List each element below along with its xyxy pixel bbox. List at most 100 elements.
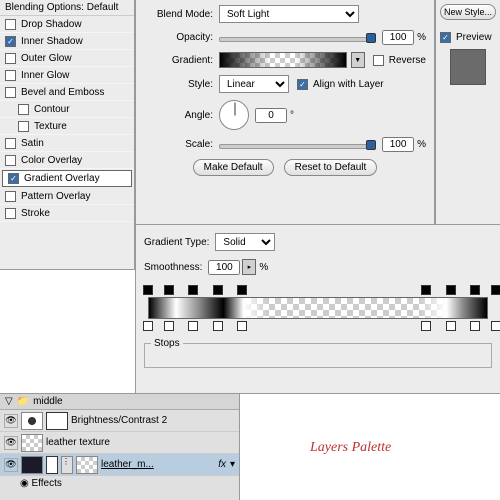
gradient-dropdown-icon[interactable]: ▼ — [351, 52, 365, 68]
visibility-icon[interactable]: 👁 — [4, 436, 18, 450]
style-select[interactable]: Linear — [219, 75, 289, 93]
angle-label: Angle: — [144, 110, 219, 121]
styles-list-panel: Blending Options: Default Drop Shadow ✓ In… — [0, 0, 135, 270]
color-stop[interactable] — [446, 321, 456, 331]
layer-row[interactable]: 👁 Brightness/Contrast 2 — [0, 410, 239, 432]
smart-thumb — [76, 456, 98, 474]
gradient-bar[interactable] — [148, 297, 488, 319]
opacity-stop[interactable] — [446, 285, 456, 295]
gradient-preview[interactable] — [219, 52, 347, 68]
style-item-contour[interactable]: Contour — [0, 101, 134, 118]
gradient-editor[interactable] — [144, 283, 492, 333]
folder-toggle-icon[interactable]: ▽ — [5, 396, 13, 407]
style-label: Pattern Overlay — [21, 191, 90, 202]
color-stop[interactable] — [188, 321, 198, 331]
style-checkbox[interactable] — [5, 138, 16, 149]
visibility-icon[interactable]: 👁 — [4, 458, 18, 472]
style-item-bevel-and-emboss[interactable]: Bevel and Emboss — [0, 84, 134, 101]
layers-panel: ▽ 📁 middle 👁 Brightness/Contrast 2 👁 leathe… — [0, 393, 240, 500]
opacity-stop[interactable] — [213, 285, 223, 295]
opacity-stop[interactable] — [188, 285, 198, 295]
style-checkbox[interactable]: ✓ — [8, 173, 19, 184]
angle-row: Angle: ° — [144, 100, 426, 130]
style-item-inner-glow[interactable]: Inner Glow — [0, 67, 134, 84]
gradient-overlay-panel: Blend Mode: Soft Light Opacity: % Gradie… — [135, 0, 435, 225]
color-stop[interactable] — [164, 321, 174, 331]
opacity-stop[interactable] — [237, 285, 247, 295]
gradient-type-select[interactable]: Solid — [215, 233, 275, 251]
style-checkbox[interactable] — [5, 191, 16, 202]
scale-unit: % — [417, 139, 426, 150]
color-stop[interactable] — [491, 321, 500, 331]
style-checkbox[interactable] — [18, 121, 29, 132]
blend-mode-row: Blend Mode: Soft Light — [144, 5, 426, 23]
style-checkbox[interactable] — [5, 70, 16, 81]
style-item-stroke[interactable]: Stroke — [0, 205, 134, 222]
style-item-pattern-overlay[interactable]: Pattern Overlay — [0, 188, 134, 205]
color-stop[interactable] — [470, 321, 480, 331]
make-default-button[interactable]: Make Default — [193, 159, 274, 176]
style-checkbox[interactable] — [5, 208, 16, 219]
color-stop[interactable] — [237, 321, 247, 331]
style-item-drop-shadow[interactable]: Drop Shadow — [0, 16, 134, 33]
gradient-editor-panel: Gradient Type: Solid Smoothness: ▸ % Sto… — [135, 224, 500, 394]
style-item-color-overlay[interactable]: Color Overlay — [0, 152, 134, 169]
reset-default-button[interactable]: Reset to Default — [284, 159, 378, 176]
opacity-stop[interactable] — [491, 285, 500, 295]
opacity-slider[interactable] — [219, 31, 376, 45]
layer-name[interactable]: leather texture — [46, 437, 235, 448]
style-checkbox[interactable]: ✓ — [5, 36, 16, 47]
opacity-stop[interactable] — [470, 285, 480, 295]
style-label: Inner Glow — [21, 70, 69, 81]
styles-header: Blending Options: Default — [0, 0, 134, 16]
scale-input[interactable] — [382, 137, 414, 152]
reverse-checkbox[interactable] — [373, 55, 384, 66]
style-checkbox[interactable] — [5, 155, 16, 166]
style-item-texture[interactable]: Texture — [0, 118, 134, 135]
opacity-stop[interactable] — [421, 285, 431, 295]
layer-row[interactable]: 👁 leather texture — [0, 432, 239, 454]
angle-dial[interactable] — [219, 100, 249, 130]
smoothness-unit: % — [259, 262, 268, 273]
style-row: Style: Linear ✓ Align with Layer — [144, 75, 426, 93]
angle-input[interactable] — [255, 108, 287, 123]
fx-chevron-icon[interactable]: ▾ — [230, 459, 235, 470]
opacity-stop[interactable] — [143, 285, 153, 295]
style-item-inner-shadow[interactable]: ✓ Inner Shadow — [0, 33, 134, 50]
color-stop[interactable] — [143, 321, 153, 331]
layer-row[interactable]: 👁 ⋮ leather_m...fx ▾ — [0, 454, 239, 476]
color-stop[interactable] — [213, 321, 223, 331]
layer-effects-row[interactable]: ◉ Effects — [0, 476, 239, 491]
style-item-satin[interactable]: Satin — [0, 135, 134, 152]
style-label: Inner Shadow — [21, 36, 83, 47]
visibility-icon[interactable]: 👁 — [4, 414, 18, 428]
style-item-gradient-overlay[interactable]: ✓Gradient Overlay — [2, 170, 132, 187]
style-checkbox[interactable] — [5, 53, 16, 64]
layer-name[interactable]: leather_m... — [101, 459, 218, 470]
style-checkbox[interactable] — [18, 104, 29, 115]
preview-checkbox[interactable]: ✓ — [440, 32, 451, 43]
color-stop[interactable] — [421, 321, 431, 331]
align-checkbox[interactable]: ✓ — [297, 79, 308, 90]
layers-palette-caption: Layers Palette — [310, 440, 391, 456]
opacity-row: Opacity: % — [144, 30, 426, 45]
opacity-stop[interactable] — [164, 285, 174, 295]
smoothness-dropdown-icon[interactable]: ▸ — [242, 259, 256, 275]
new-style-button[interactable]: New Style... — [440, 4, 496, 20]
style-label: Texture — [34, 121, 67, 132]
layer-name[interactable]: Brightness/Contrast 2 — [71, 415, 235, 426]
fx-badge[interactable]: fx — [218, 459, 226, 470]
layer-thumb — [21, 434, 43, 452]
scale-slider[interactable] — [219, 138, 376, 152]
link-icon[interactable]: ⋮ — [61, 456, 73, 474]
adjustment-thumb — [21, 412, 43, 430]
style-label: Outer Glow — [21, 53, 72, 64]
style-item-outer-glow[interactable]: Outer Glow — [0, 50, 134, 67]
layers-folder-header[interactable]: ▽ 📁 middle — [0, 394, 239, 410]
style-checkbox[interactable] — [5, 87, 16, 98]
style-checkbox[interactable] — [5, 19, 16, 30]
blend-mode-select[interactable]: Soft Light — [219, 5, 359, 23]
smoothness-input[interactable] — [208, 260, 240, 275]
preview-label: Preview — [456, 32, 492, 43]
opacity-input[interactable] — [382, 30, 414, 45]
